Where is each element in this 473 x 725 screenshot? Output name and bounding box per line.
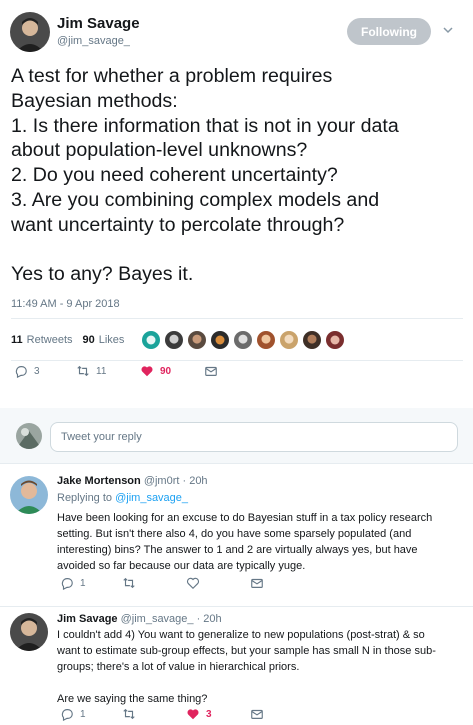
reply-icon [61, 578, 73, 590]
retweets-label[interactable]: Retweets [27, 334, 73, 346]
retweet-icon [123, 577, 135, 589]
tweet-text: A test for whether a problem requires Ba… [11, 65, 399, 286]
divider [11, 360, 463, 361]
likes-label[interactable]: Likes [99, 334, 125, 346]
liker-avatar[interactable] [187, 330, 207, 350]
reply-button[interactable]: 1 [60, 707, 86, 721]
liker-avatar[interactable] [233, 330, 253, 350]
replying-to: Replying to @jim_savage_ [57, 492, 188, 504]
current-user-avatar [16, 423, 42, 449]
like-icon [187, 709, 199, 720]
reply-meta[interactable]: @jim_savage_ · 20h [121, 613, 222, 625]
like-button[interactable]: 3 [186, 707, 212, 721]
reply-meta[interactable]: @jm0rt · 20h [144, 475, 208, 487]
like-icon [141, 366, 153, 377]
liker-avatar[interactable] [279, 330, 299, 350]
retweet-icon [123, 708, 135, 720]
tweet-timestamp[interactable]: 11:49 AM - 9 Apr 2018 [11, 298, 120, 310]
dm-icon [251, 578, 263, 588]
author-handle[interactable]: @jim_savage_ [57, 35, 130, 47]
retweets-count[interactable]: 11 [11, 334, 23, 346]
liker-avatar[interactable] [256, 330, 276, 350]
dm-button[interactable] [250, 707, 264, 721]
reply-icon [61, 709, 73, 721]
dm-icon [251, 709, 263, 719]
following-button[interactable]: Following [347, 18, 431, 45]
retweet-button[interactable] [122, 707, 136, 721]
liker-avatar[interactable] [141, 330, 161, 350]
divider [11, 318, 463, 319]
reply-button[interactable]: 1 [60, 576, 86, 590]
like-button[interactable]: 90 [140, 364, 171, 378]
dm-button[interactable] [204, 364, 218, 378]
liker-avatar[interactable] [325, 330, 345, 350]
replying-to-handle[interactable]: @jim_savage_ [115, 492, 188, 504]
reply-input[interactable]: Tweet your reply [50, 422, 458, 452]
reply-text: I couldn't add 4) You want to generalize… [57, 629, 436, 705]
reply-count: 3 [34, 365, 40, 377]
reply-author-avatar[interactable] [10, 613, 48, 651]
like-button[interactable] [186, 576, 200, 590]
liker-avatar[interactable] [210, 330, 230, 350]
reply-count: 1 [80, 708, 86, 720]
retweet-button[interactable]: 11 [76, 364, 106, 378]
likes-count[interactable]: 90 [83, 334, 95, 346]
liker-avatar[interactable] [164, 330, 184, 350]
divider [0, 606, 473, 607]
reply-author-avatar[interactable] [10, 476, 48, 514]
retweet-count: 11 [96, 365, 107, 377]
likers-avatars [141, 330, 348, 350]
dm-button[interactable] [250, 576, 264, 590]
author-avatar[interactable] [10, 12, 50, 52]
like-count: 90 [160, 365, 172, 377]
reply-button[interactable]: 3 [14, 364, 40, 378]
reply-author-name[interactable]: Jim Savage [57, 613, 118, 625]
reply-count: 1 [80, 577, 86, 589]
tweet-stats: 11 Retweets 90 Likes [11, 334, 124, 346]
reply-author-name[interactable]: Jake Mortenson [57, 475, 141, 487]
retweet-button[interactable] [122, 576, 136, 590]
retweet-icon [77, 365, 89, 377]
reply-author-line[interactable]: Jim Savage @jim_savage_ · 20h [57, 613, 222, 625]
reply-text: Have been looking for an excuse to do Ba… [57, 512, 433, 572]
reply-icon [15, 366, 27, 378]
liker-avatar[interactable] [302, 330, 322, 350]
chevron-down-icon[interactable] [440, 22, 456, 38]
dm-icon [205, 366, 217, 376]
replying-to-prefix: Replying to [57, 492, 113, 504]
author-name[interactable]: Jim Savage [57, 15, 140, 32]
divider [0, 463, 473, 464]
reply-author-line[interactable]: Jake Mortenson @jm0rt · 20h [57, 475, 208, 487]
like-count: 3 [206, 708, 212, 720]
like-icon [186, 577, 200, 590]
